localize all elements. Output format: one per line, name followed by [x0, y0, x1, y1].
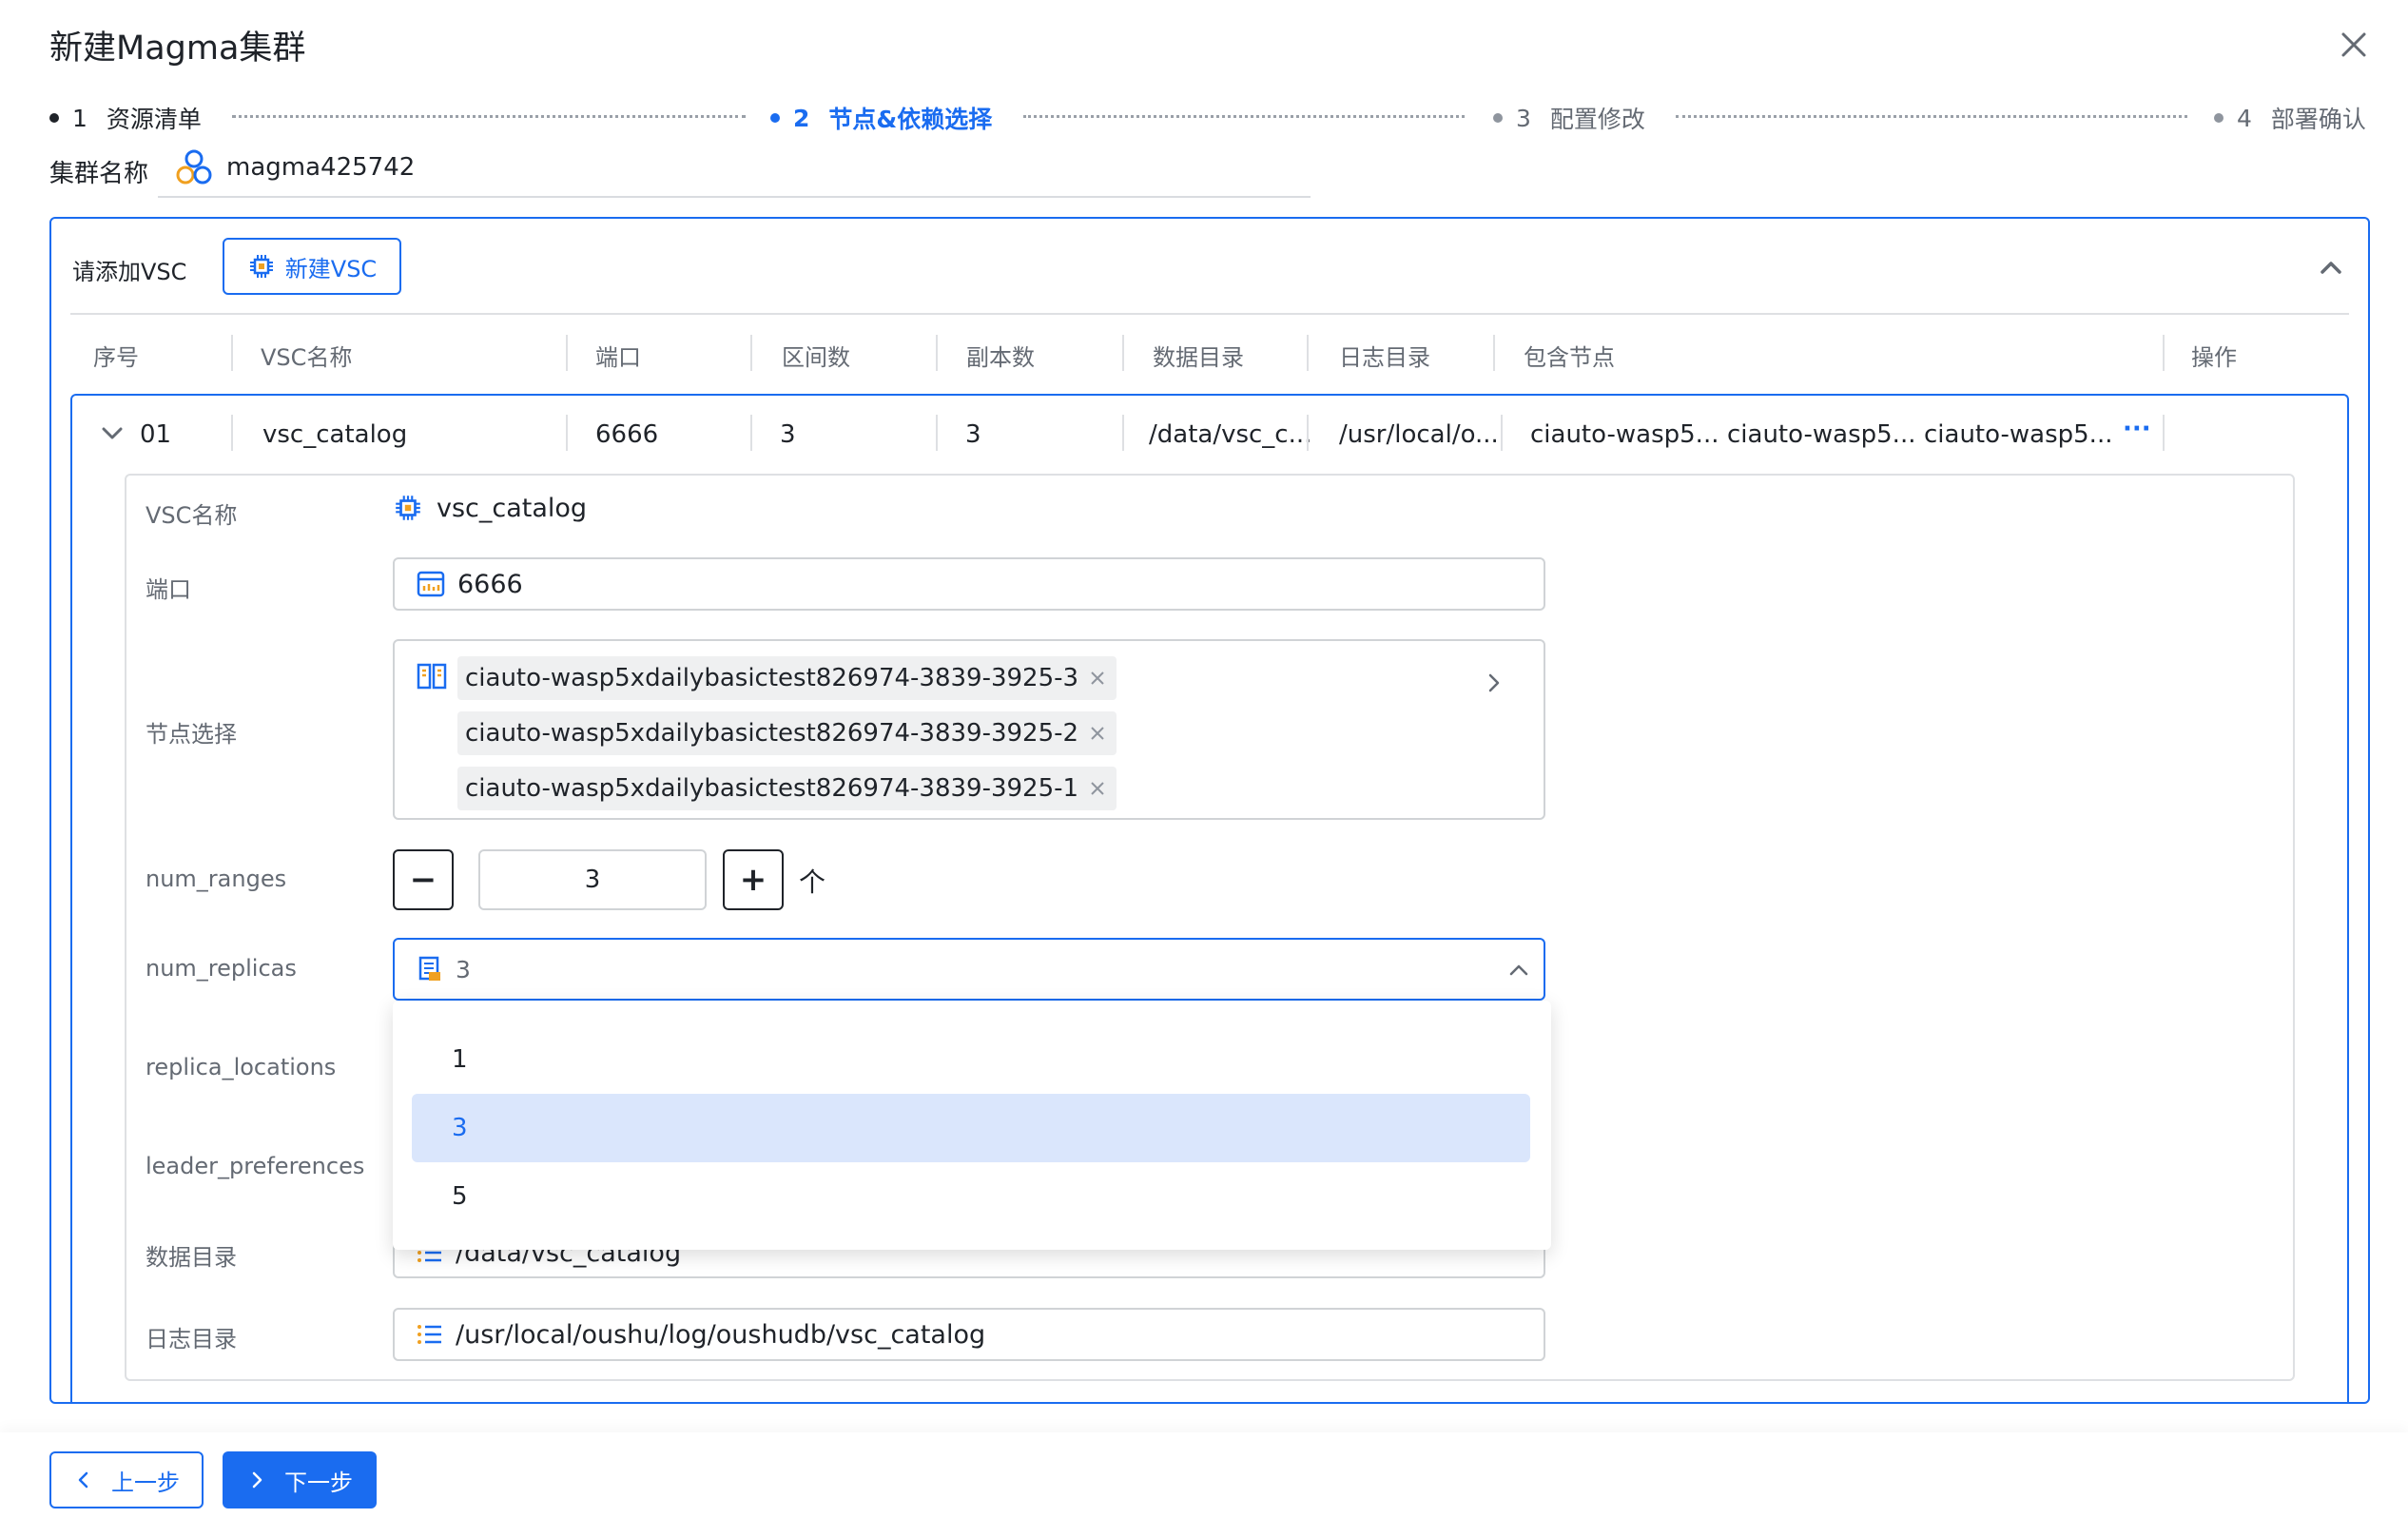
col-separator: [1307, 335, 1309, 371]
col-separator: [750, 415, 752, 451]
col-actions: 操作: [2191, 344, 2237, 371]
more-nodes-button[interactable]: ···: [2123, 415, 2151, 443]
chevron-right-icon[interactable]: [1481, 670, 1507, 696]
num-ranges-unit: 个: [799, 866, 826, 898]
col-separator: [566, 415, 568, 451]
step-1[interactable]: 1 资源清单: [49, 101, 202, 135]
replica-option-1[interactable]: 1: [412, 1025, 1530, 1094]
col-separator: [231, 415, 233, 451]
close-icon[interactable]: [1088, 669, 1107, 688]
row-index: 01: [140, 420, 172, 449]
row-ranges: 3: [780, 420, 796, 449]
col-separator: [1493, 335, 1495, 371]
chevron-right-icon: [252, 1471, 262, 1489]
col-separator: [1501, 415, 1503, 451]
replica-option-3[interactable]: 3: [412, 1094, 1530, 1162]
leader-preferences-label: leader_preferences: [146, 1153, 365, 1179]
step-connector: [1676, 115, 2187, 118]
port-label: 端口: [146, 576, 191, 603]
step-4[interactable]: 4 部署确认: [2214, 101, 2366, 135]
num-ranges-label: num_ranges: [146, 866, 287, 892]
close-icon[interactable]: [2338, 29, 2370, 61]
decrement-button[interactable]: −: [393, 849, 454, 910]
cluster-name-field[interactable]: magma425742: [158, 139, 1311, 198]
col-separator: [566, 335, 568, 371]
col-separator: [936, 335, 938, 371]
node-tag: ciauto-wasp5xdailybasictest826974-3839-3…: [457, 767, 1117, 810]
close-icon[interactable]: [1088, 724, 1107, 743]
node-tag: ciauto-wasp5xdailybasictest826974-3839-3…: [457, 656, 1117, 700]
step-dot: [2214, 113, 2224, 123]
row-vsc-name: vsc_catalog: [262, 420, 408, 449]
chevron-down-icon[interactable]: [99, 420, 126, 447]
row-replicas: 3: [965, 420, 981, 449]
data-dir-label: 数据目录: [146, 1244, 237, 1271]
port-input[interactable]: 6666: [393, 557, 1545, 611]
log-dir-input[interactable]: /usr/local/oushu/log/oushudb/vsc_catalog: [393, 1308, 1545, 1361]
port-icon: [417, 571, 445, 597]
col-ranges: 区间数: [782, 344, 850, 371]
dialog-title: 新建Magma集群: [49, 29, 306, 68]
chevron-up-icon[interactable]: [1505, 957, 1532, 983]
replica-locations-label: replica_locations: [146, 1054, 337, 1080]
col-log-dir: 日志目录: [1339, 344, 1430, 371]
new-vsc-button[interactable]: 新建VSC: [223, 238, 401, 295]
col-separator: [2163, 415, 2165, 451]
num-replicas-select[interactable]: 3: [393, 938, 1545, 1001]
row-port: 6666: [595, 420, 659, 449]
chip-icon: [396, 496, 420, 520]
chevron-up-icon[interactable]: [2317, 253, 2345, 282]
node-tag: ciauto-wasp5xdailybasictest826974-3839-3…: [457, 711, 1117, 755]
col-separator: [1122, 335, 1124, 371]
col-index: 序号: [93, 344, 139, 371]
row-node: ciauto-wasp5...: [1924, 420, 2113, 449]
step-dot: [49, 113, 59, 123]
close-icon[interactable]: [1088, 779, 1107, 798]
step-connector: [232, 115, 746, 118]
node-select-label: 节点选择: [146, 721, 237, 748]
col-separator: [1307, 415, 1309, 451]
cluster-name-value: magma425742: [226, 153, 416, 182]
col-port: 端口: [595, 344, 641, 371]
add-vsc-label: 请添加VSC: [72, 259, 187, 285]
node-tag-list: ciauto-wasp5xdailybasictest826974-3839-3…: [457, 656, 1117, 810]
nodes-icon: [417, 663, 447, 690]
log-dir-label: 日志目录: [146, 1326, 237, 1353]
col-vsc-name: VSC名称: [261, 344, 353, 371]
node-select-input[interactable]: ciauto-wasp5xdailybasictest826974-3839-3…: [393, 639, 1545, 820]
row-data-dir: /data/vsc_c...: [1149, 420, 1312, 449]
col-replicas: 副本数: [966, 344, 1035, 371]
vsc-name-label: VSC名称: [146, 502, 238, 529]
row-node: ciauto-wasp5...: [1727, 420, 1916, 449]
chevron-left-icon: [78, 1471, 88, 1489]
vsc-name-display: vsc_catalog: [393, 493, 587, 523]
col-separator: [2163, 335, 2165, 371]
row-log-dir: /usr/local/o...: [1339, 420, 1499, 449]
prev-step-button[interactable]: 上一步: [49, 1451, 204, 1508]
step-3[interactable]: 3 配置修改: [1493, 101, 1645, 135]
cluster-icon: [176, 149, 212, 185]
step-2[interactable]: 2 节点&依赖选择: [770, 101, 992, 135]
replica-dropdown: 1 3 5: [393, 1001, 1551, 1250]
col-nodes: 包含节点: [1524, 344, 1615, 371]
row-node: ciauto-wasp5...: [1530, 420, 1719, 449]
col-separator: [1122, 415, 1124, 451]
col-data-dir: 数据目录: [1153, 344, 1244, 371]
step-dot: [1493, 113, 1503, 123]
next-step-button[interactable]: 下一步: [223, 1451, 377, 1508]
num-replicas-label: num_replicas: [146, 955, 297, 982]
list-icon: [418, 1325, 441, 1344]
replica-option-5[interactable]: 5: [412, 1162, 1530, 1231]
col-separator: [936, 415, 938, 451]
chip-icon: [249, 255, 273, 278]
step-dot: [770, 113, 780, 123]
header-divider: [70, 313, 2349, 315]
col-separator: [750, 335, 752, 371]
doc-icon: [418, 956, 440, 981]
increment-button[interactable]: +: [723, 849, 784, 910]
col-separator: [231, 335, 233, 371]
num-ranges-input[interactable]: 3: [478, 849, 707, 910]
cluster-name-label: 集群名称: [49, 160, 149, 188]
step-connector: [1023, 115, 1465, 118]
